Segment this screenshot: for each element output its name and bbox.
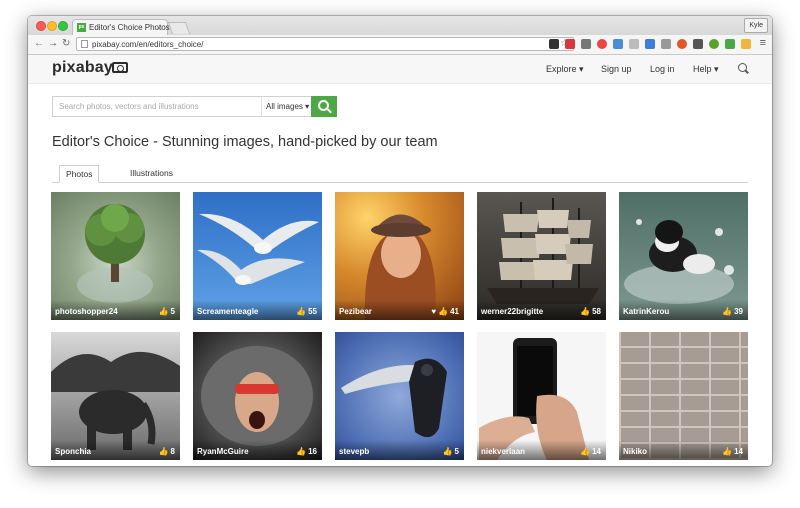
extension-pocket-icon[interactable] [581, 39, 591, 49]
photo-likes[interactable]: 👍 8 [159, 447, 175, 456]
photo-tile[interactable]: RyanMcGuire 👍 16 [193, 332, 322, 460]
photo-likes[interactable]: 👍 14 [722, 447, 743, 456]
photo-likes[interactable]: ♥ 👍 41 [431, 307, 459, 316]
photo-likes[interactable]: 👍 39 [722, 307, 743, 316]
photo-author[interactable]: Screamenteagle [197, 307, 258, 316]
photo-tile[interactable]: niekverlaan 👍 14 [477, 332, 606, 460]
close-window-icon[interactable] [36, 21, 46, 31]
photo-likes[interactable]: 👍 14 [580, 447, 601, 456]
search-lens-icon [318, 100, 329, 111]
photo-author[interactable]: Sponchia [55, 447, 91, 456]
photo-author[interactable]: niekverlaan [481, 447, 525, 456]
thumbs-up-icon: 👍 [158, 447, 169, 456]
likes-count: 5 [170, 307, 175, 316]
page-title: Editor's Choice - Stunning images, hand-… [52, 134, 438, 150]
photo-likes[interactable]: 👍 5 [443, 447, 459, 456]
photo-author[interactable]: Pezibear [339, 307, 372, 316]
photo-tile[interactable]: Screamenteagle 👍 55 [193, 192, 322, 320]
photo-tile[interactable]: Sponchia 👍 8 [51, 332, 180, 460]
nav-explore[interactable]: Explore ▾ [546, 55, 584, 83]
photo-author[interactable]: RyanMcGuire [197, 447, 249, 456]
photo-tile[interactable]: werner22brigitte 👍 58 [477, 192, 606, 320]
heart-icon: ♥ [431, 307, 437, 316]
forward-icon[interactable]: → [48, 38, 58, 50]
minimize-window-icon[interactable] [47, 21, 57, 31]
tab-illustrations[interactable]: Illustrations [124, 165, 179, 182]
nav-login[interactable]: Log in [650, 55, 675, 83]
extension-target-icon[interactable] [597, 39, 607, 49]
new-tab-button[interactable] [167, 22, 191, 34]
photo-likes[interactable]: 👍 55 [296, 307, 317, 316]
nav-help[interactable]: Help ▾ [693, 55, 719, 83]
photo-author[interactable]: werner22brigitte [481, 307, 543, 316]
tab-close-icon[interactable]: × [157, 20, 162, 36]
thumbs-up-icon: 👍 [722, 447, 733, 456]
pixabay-logo[interactable]: pixabay [52, 59, 113, 77]
thumbs-up-icon: 👍 [580, 307, 591, 316]
content-tabs: Photos Illustrations [52, 165, 748, 183]
site-header: pixabay Explore ▾ Sign up Log in Help ▾ [28, 55, 772, 84]
likes-count: 8 [170, 447, 175, 456]
address-bar[interactable]: pixabay.com/en/editors_choice/ ☆ [76, 37, 574, 51]
likes-count: 39 [734, 307, 743, 316]
thumbs-up-icon: 👍 [442, 447, 453, 456]
extension-mail-icon[interactable] [645, 39, 655, 49]
photo-likes[interactable]: 👍 58 [580, 307, 601, 316]
photo-author[interactable]: stevepb [339, 447, 369, 456]
browser-toolbar: ← → ↻ pixabay.com/en/editors_choice/ ☆ ≡ [28, 35, 772, 55]
likes-count: 5 [454, 447, 459, 456]
pixabay-favicon-icon: px [77, 23, 86, 32]
photo-likes[interactable]: 👍 5 [159, 307, 175, 316]
thumbs-up-icon: 👍 [580, 447, 591, 456]
profile-button[interactable]: Kyle [744, 18, 768, 33]
likes-count: 14 [592, 447, 601, 456]
photo-author[interactable]: photoshopper24 [55, 307, 118, 316]
photo-tile[interactable]: Pezibear ♥ 👍 41 [335, 192, 464, 320]
tab-strip: px Editor's Choice Photos × Kyle [28, 16, 772, 35]
extension-red-icon[interactable] [565, 39, 575, 49]
extension-green-icon[interactable] [709, 39, 719, 49]
extension-shield-icon[interactable] [549, 39, 559, 49]
extension-grey-shield-icon[interactable] [629, 39, 639, 49]
search-box: All images ▾ [52, 96, 337, 117]
back-icon[interactable]: ← [34, 38, 44, 50]
url-text: pixabay.com/en/editors_choice/ [92, 40, 204, 49]
likes-count: 58 [592, 307, 601, 316]
tab-photos[interactable]: Photos [59, 165, 100, 183]
photo-likes[interactable]: 👍 16 [296, 447, 317, 456]
likes-count: 16 [308, 447, 317, 456]
extension-yellow-icon[interactable] [741, 39, 751, 49]
image-type-filter[interactable]: All images ▾ [261, 97, 311, 116]
likes-count: 14 [734, 447, 743, 456]
photo-tile[interactable]: KatrinKerou 👍 39 [619, 192, 748, 320]
menu-icon[interactable]: ≡ [760, 37, 766, 49]
page-icon [81, 40, 88, 48]
photo-tile[interactable]: photoshopper24 👍 5 [51, 192, 180, 320]
photo-author[interactable]: KatrinKerou [623, 307, 669, 316]
search-icon[interactable] [738, 63, 747, 72]
extension-v-icon[interactable] [613, 39, 623, 49]
extension-s-icon[interactable] [693, 39, 703, 49]
thumbs-up-icon: 👍 [296, 447, 307, 456]
thumbs-up-icon: 👍 [438, 307, 449, 316]
thumbs-up-icon: 👍 [722, 307, 733, 316]
extension-grey-icon[interactable] [661, 39, 671, 49]
photo-tile[interactable]: stevepb 👍 5 [335, 332, 464, 460]
maximize-window-icon[interactable] [58, 21, 68, 31]
reload-icon[interactable]: ↻ [62, 38, 70, 50]
extension-leaf-icon[interactable] [725, 39, 735, 49]
search-input[interactable] [53, 97, 261, 116]
browser-tab[interactable]: px Editor's Choice Photos × [72, 19, 170, 36]
browser-window: px Editor's Choice Photos × Kyle ← → ↻ p… [28, 16, 772, 466]
nav-signup[interactable]: Sign up [601, 55, 632, 83]
likes-count: 41 [450, 307, 459, 316]
search-button[interactable] [311, 96, 337, 117]
likes-count: 55 [308, 307, 317, 316]
thumbs-up-icon: 👍 [296, 307, 307, 316]
thumbs-up-icon: 👍 [158, 307, 169, 316]
photo-tile[interactable]: Nikiko 👍 14 [619, 332, 748, 460]
extension-orange-icon[interactable] [677, 39, 687, 49]
photo-author[interactable]: Nikiko [623, 447, 647, 456]
camera-logo-icon [112, 62, 128, 73]
